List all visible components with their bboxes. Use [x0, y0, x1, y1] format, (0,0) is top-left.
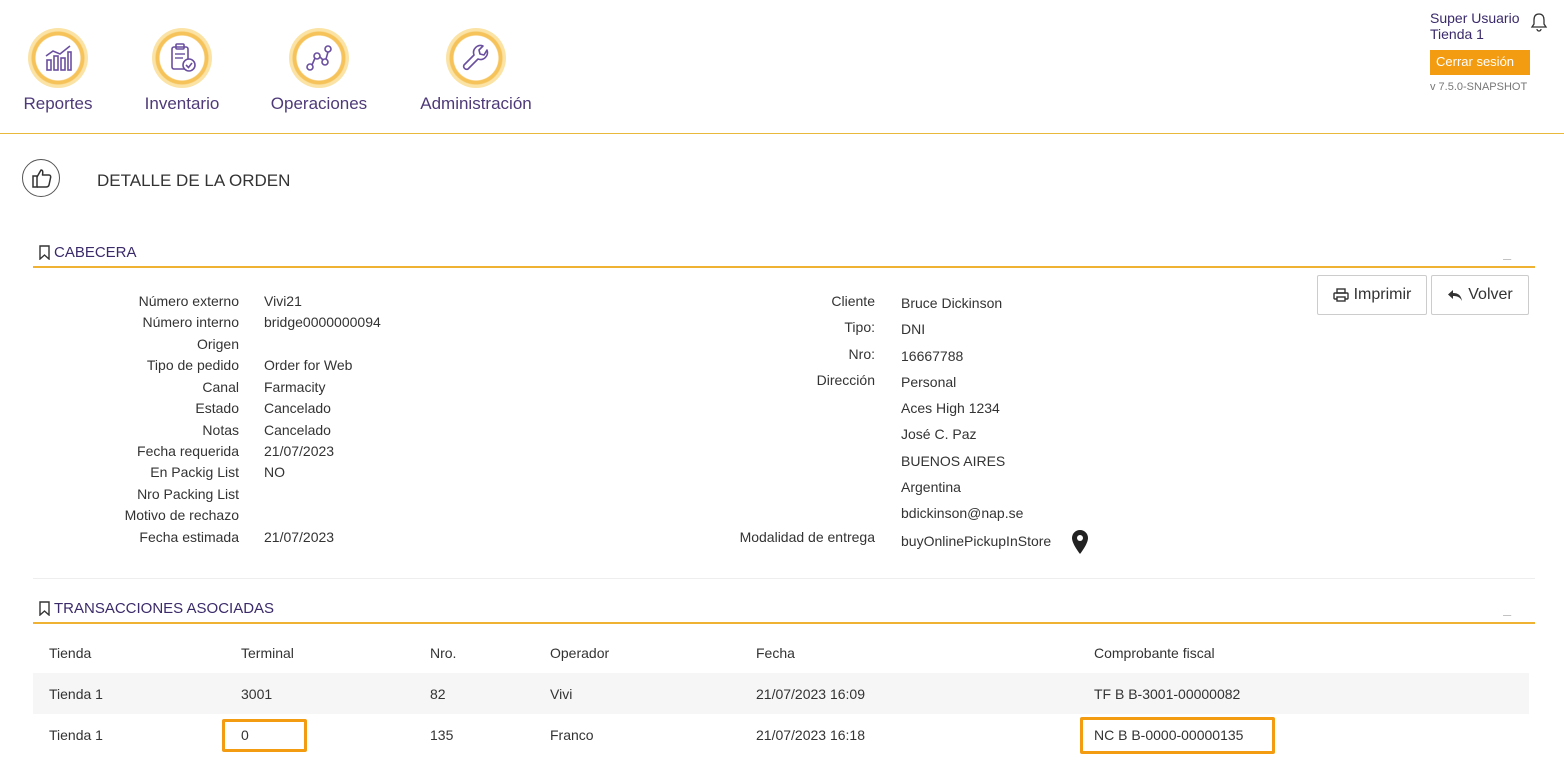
field-value: 21/07/2023: [264, 443, 335, 459]
field-label: Fecha estimada: [139, 529, 239, 545]
nav-reportes[interactable]: Reportes: [22, 28, 94, 114]
section-title-label: TRANSACCIONES ASOCIADAS: [54, 600, 275, 617]
column-header[interactable]: Fecha: [740, 632, 1078, 673]
print-label: Imprimir: [1353, 286, 1412, 303]
bell-icon[interactable]: [1530, 12, 1548, 37]
table-cell: 21/07/2023 16:09: [756, 685, 865, 702]
nav-label: Inventario: [144, 94, 220, 113]
logout-button[interactable]: Cerrar sesión: [1430, 50, 1530, 75]
table-row[interactable]: Tienda 1 3001 82 Vivi 21/07/2023 16:09 T…: [33, 673, 1529, 714]
section-title-label: CABECERA: [54, 244, 137, 261]
collapse-button[interactable]: _: [1503, 244, 1511, 260]
table-cell: Tienda 1: [49, 726, 103, 743]
collapse-button[interactable]: _: [1503, 600, 1511, 616]
direccion-line: Personal: [901, 374, 957, 390]
clipboard-check-icon: [152, 28, 212, 88]
tipo-value: DNI: [901, 321, 926, 337]
column-header[interactable]: Nro.: [414, 632, 534, 673]
page-title: DETALLE DE LA ORDEN: [97, 171, 291, 190]
wrench-icon: [446, 28, 506, 88]
modalidad-value: buyOnlinePickupInStore: [901, 533, 1052, 549]
nav-label: Operaciones: [270, 94, 368, 113]
column-header[interactable]: Operador: [534, 632, 740, 673]
print-button[interactable]: Imprimir: [1317, 275, 1427, 315]
version-label: v 7.5.0-SNAPSHOT: [1430, 81, 1528, 93]
table-cell: 21/07/2023 16:18: [756, 726, 865, 743]
direccion-line: Argentina: [901, 479, 961, 495]
direccion-line: BUENOS AIRES: [901, 453, 1006, 469]
field-label: Origen: [196, 336, 239, 352]
route-icon: [289, 28, 349, 88]
field-value: bridge0000000094: [264, 314, 381, 330]
field-label: Estado: [195, 400, 239, 416]
field-value: Cancelado: [264, 400, 331, 416]
table-header-row: Tienda Terminal Nro. Operador Fecha Comp…: [33, 632, 1529, 673]
bookmark-icon: [39, 601, 50, 616]
field-value: Farmacity: [264, 379, 326, 395]
nav-label: Reportes: [23, 94, 93, 113]
field-label: Notas: [202, 422, 239, 438]
comprobante-highlight-box: [1080, 717, 1275, 754]
section-divider: [33, 578, 1535, 579]
field-label: Número interno: [142, 314, 240, 330]
user-store: Tienda 1: [1430, 26, 1484, 42]
section-title: CABECERA: [38, 244, 137, 261]
section-transacciones[interactable]: TRANSACCIONES ASOCIADAS _: [33, 598, 1535, 624]
table-cell: 3001: [241, 685, 273, 702]
table-cell: Franco: [550, 726, 594, 743]
section-title: TRANSACCIONES ASOCIADAS: [38, 600, 274, 617]
cliente-label: Cliente: [831, 293, 875, 309]
direccion-line: José C. Paz: [901, 426, 977, 442]
table-cell: 82: [430, 685, 446, 702]
user-box: Super Usuario Tienda 1 Cerrar sesión v 7…: [1430, 10, 1548, 93]
user-name: Super Usuario: [1430, 10, 1520, 26]
field-label: Tipo de pedido: [146, 357, 239, 373]
column-header[interactable]: Terminal: [225, 632, 414, 673]
field-label: Número externo: [138, 293, 239, 309]
map-pin-icon[interactable]: [1071, 529, 1089, 560]
table-cell: 135: [430, 726, 454, 743]
bookmark-icon: [39, 245, 50, 260]
nav-administracion[interactable]: Administración: [418, 28, 534, 114]
nav-label: Administración: [420, 94, 532, 113]
modalidad-label: Modalidad de entrega: [739, 529, 875, 545]
field-label: Canal: [202, 379, 239, 395]
nro-label: Nro:: [848, 346, 875, 362]
printer-icon: [1332, 288, 1349, 302]
column-header[interactable]: Tienda: [33, 632, 225, 673]
field-value: Cancelado: [264, 422, 331, 438]
top-navigation: Reportes Inventario Operaciones Administ…: [0, 0, 1564, 134]
section-cabecera[interactable]: CABECERA _: [33, 242, 1535, 268]
thumbs-up-icon: [22, 159, 60, 197]
nro-value: 16667788: [901, 348, 964, 364]
field-value: NO: [264, 464, 285, 480]
direccion-line: Aces High 1234: [901, 400, 1000, 416]
table-cell: Tienda 1: [49, 685, 103, 702]
chart-icon: [28, 28, 88, 88]
table-cell: Vivi: [550, 685, 573, 702]
terminal-highlight-box: [222, 719, 307, 752]
field-label: Motivo de rechazo: [124, 507, 239, 523]
back-button[interactable]: Volver: [1431, 275, 1529, 315]
column-header[interactable]: Comprobante fiscal: [1078, 632, 1529, 673]
field-label: Nro Packing List: [137, 486, 239, 502]
field-label: Fecha requerida: [137, 443, 239, 459]
reply-arrow-icon: [1448, 290, 1463, 301]
field-value: Vivi21: [264, 293, 302, 309]
table-cell: TF B B-3001-00000082: [1094, 685, 1241, 702]
nav-inventario[interactable]: Inventario: [143, 28, 221, 114]
back-label: Volver: [1468, 286, 1513, 303]
direccion-label: Dirección: [816, 372, 875, 388]
tipo-label: Tipo:: [844, 319, 875, 335]
field-value: Order for Web: [264, 357, 353, 373]
cliente-value: Bruce Dickinson: [901, 295, 1003, 311]
field-label: En Packig List: [150, 464, 239, 480]
nav-operaciones[interactable]: Operaciones: [270, 28, 368, 114]
direccion-line: bdickinson@nap.se: [901, 505, 1024, 521]
field-value: 21/07/2023: [264, 529, 335, 545]
